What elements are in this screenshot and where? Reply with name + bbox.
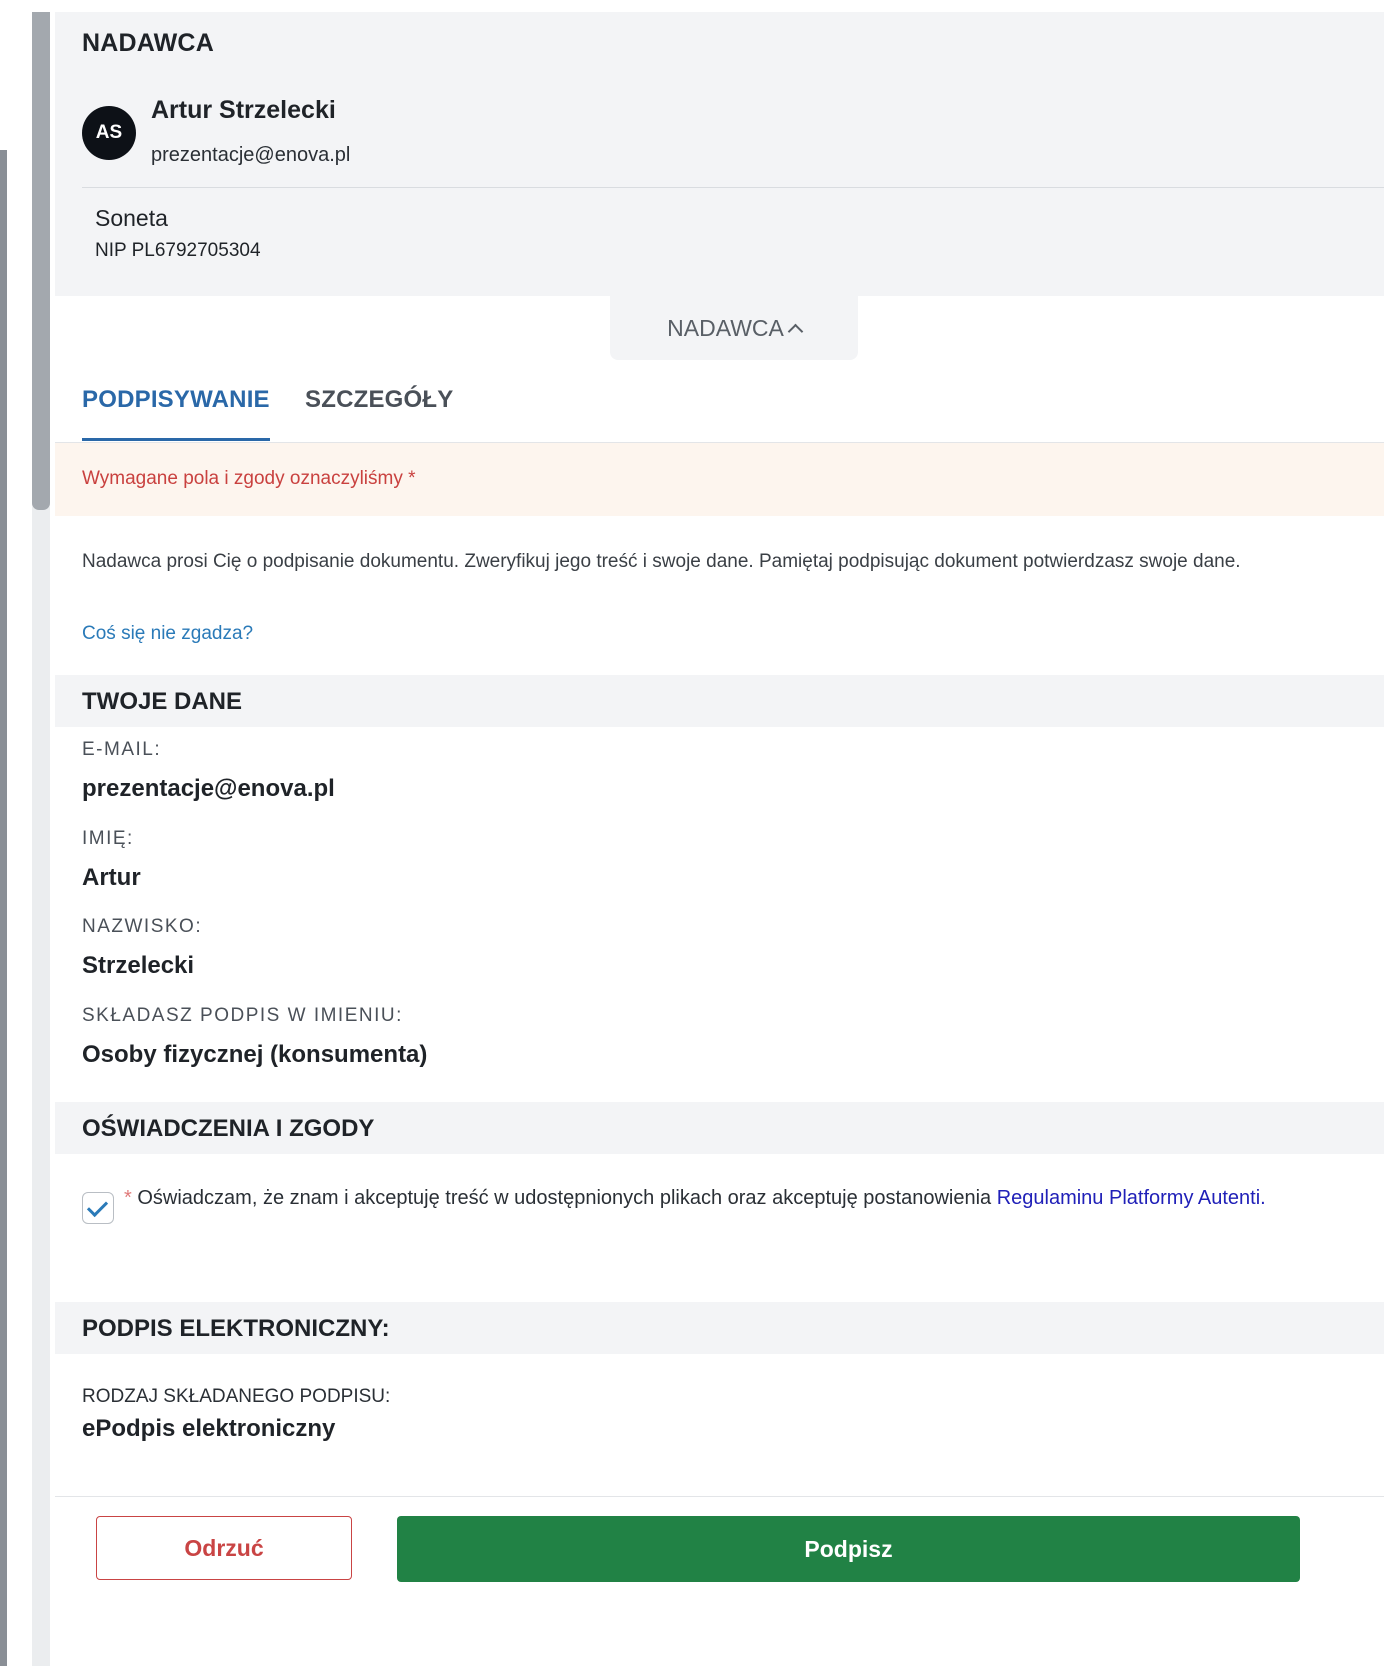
- mismatch-link[interactable]: Coś się nie zgadza?: [82, 623, 253, 645]
- reject-button[interactable]: Odrzuć: [96, 1516, 352, 1580]
- sign-button[interactable]: Podpisz: [397, 1516, 1300, 1582]
- checkmark-icon: [86, 1195, 109, 1218]
- sender-avatar: AS: [82, 106, 136, 160]
- sender-card: NADAWCA AS Artur Strzelecki prezentacje@…: [55, 12, 1384, 296]
- signature-type-label: RODZAJ SKŁADANEGO PODPISU:: [82, 1386, 391, 1407]
- consent-checkbox[interactable]: [82, 1192, 114, 1224]
- scrollbar-thumb[interactable]: [32, 12, 50, 510]
- consents-title: OŚWIADCZENIA I ZGODY: [82, 1115, 375, 1142]
- your-data-header: TWOJE DANE: [55, 675, 1384, 727]
- outer-frame-line: [0, 150, 7, 1666]
- consents-header: OŚWIADCZENIA I ZGODY: [55, 1102, 1384, 1154]
- first-name-value: Artur: [82, 864, 141, 891]
- sender-email: prezentacje@enova.pl: [151, 144, 351, 166]
- sender-collapse-label: NADAWCA: [667, 314, 784, 341]
- sender-name: Artur Strzelecki: [151, 96, 336, 124]
- chevron-up-icon: [787, 323, 804, 339]
- signing-on-behalf-value: Osoby fizycznej (konsumenta): [82, 1041, 428, 1068]
- footer-divider: [55, 1496, 1384, 1497]
- intro-text: Nadawca prosi Cię o podpisanie dokumentu…: [82, 551, 1241, 572]
- tab-details[interactable]: SZCZEGÓŁY: [305, 386, 453, 414]
- required-asterisk: *: [124, 1187, 132, 1209]
- consent-trailing: .: [1260, 1187, 1266, 1209]
- consent-text: Oświadczam, że znam i akceptuję treść w …: [137, 1187, 992, 1209]
- signing-panel: NADAWCA AS Artur Strzelecki prezentacje@…: [55, 12, 1384, 1666]
- your-data-title: TWOJE DANE: [82, 688, 243, 715]
- first-name-label: IMIĘ:: [82, 828, 134, 849]
- last-name-label: NAZWISKO:: [82, 916, 203, 937]
- sender-collapse-toggle[interactable]: NADAWCA: [610, 296, 858, 360]
- email-label: E-MAIL:: [82, 739, 162, 760]
- required-fields-banner: Wymagane pola i zgody oznaczyliśmy *: [55, 443, 1384, 516]
- required-fields-text: Wymagane pola i zgody oznaczyliśmy *: [82, 468, 416, 489]
- sender-heading: NADAWCA: [82, 29, 214, 57]
- last-name-value: Strzelecki: [82, 952, 195, 979]
- sender-divider: [82, 187, 1384, 188]
- organization-name: Soneta: [95, 205, 168, 231]
- signing-on-behalf-label: SKŁADASZ PODPIS W IMIENIU:: [82, 1005, 403, 1026]
- signature-type-value: ePodpis elektroniczny: [82, 1415, 336, 1442]
- consent-statement: * Oświadczam, że znam i akceptuję treść …: [124, 1180, 1354, 1216]
- tab-signing[interactable]: PODPISYWANIE: [82, 386, 270, 441]
- esign-title: PODPIS ELEKTRONICZNY:: [82, 1315, 390, 1342]
- organization-nip: NIP PL6792705304: [95, 240, 261, 261]
- tab-bar: PODPISYWANIE SZCZEGÓŁY: [55, 370, 1384, 443]
- platform-terms-link[interactable]: Regulaminu Platformy Autenti: [997, 1187, 1260, 1209]
- email-value: prezentacje@enova.pl: [82, 775, 335, 802]
- esign-header: PODPIS ELEKTRONICZNY:: [55, 1302, 1384, 1354]
